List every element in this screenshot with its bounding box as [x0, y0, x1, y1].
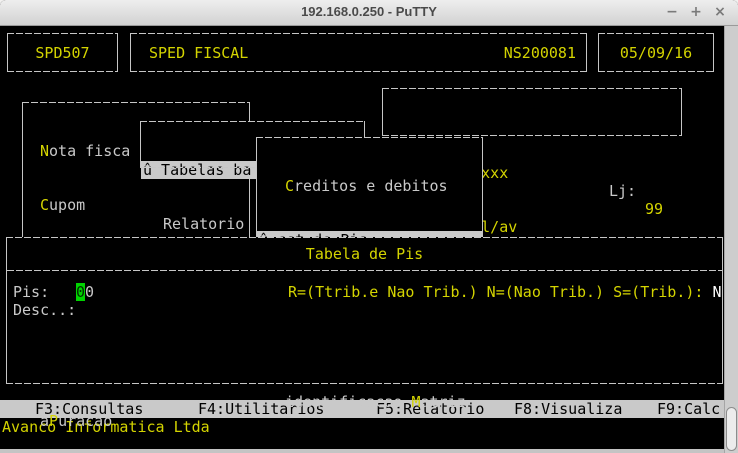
scrollbar-thumb[interactable]	[726, 407, 737, 451]
store-value: 99	[645, 200, 663, 218]
submenu-item-label: Relatorio	[163, 215, 244, 233]
maximize-button[interactable]: +	[686, 2, 706, 22]
panel-separator	[7, 270, 722, 271]
menu-item-hotkey: P	[49, 412, 58, 430]
submenu-item-label: û Tabelas ba	[143, 161, 251, 179]
header-box-app-code: SPD507	[7, 33, 118, 72]
pis-input-field[interactable]: 00	[76, 283, 94, 301]
menu-item-text: a	[40, 412, 49, 430]
session-info-box: Usu: xxxxxxxx Lj: 99 Imp: ../rel/av Nive…	[382, 88, 682, 136]
pis-field-label: Pis:	[13, 283, 49, 301]
app-title: SPED FISCAL	[149, 44, 248, 62]
fkey-f9-calc[interactable]: F9:Calc	[657, 400, 720, 418]
header-box-title: SPED FISCAL NS200081	[130, 33, 587, 72]
titlebar[interactable]: 192.168.0.250 - PuTTY − + ×	[0, 0, 738, 26]
options-hint-text: R=(Ttrib.e Nao Trib.) N=(Nao Trib.) S=(T…	[288, 283, 712, 301]
submenu-item-hotkey: C	[285, 177, 294, 195]
options-current-value: N	[712, 283, 721, 301]
desc-field-label: Desc..:	[13, 301, 76, 319]
submenu-item-text: identificacao	[285, 393, 411, 411]
menu-item-hotkey: C	[40, 196, 49, 214]
app-code: SPD507	[35, 44, 89, 62]
tabela-de-pis-panel: Tabela de Pis Pis: 00 R=(Ttrib.e Nao Tri…	[6, 237, 723, 384]
doc-number: NS200081	[504, 44, 576, 62]
panel-title: Tabela de Pis	[7, 245, 722, 263]
menu-item-text: ota fisca	[49, 142, 130, 160]
tables-submenu-panel: Creditos e debitos û cst de Pis cst de C…	[256, 137, 483, 237]
submenu-item-identificacao-matriz[interactable]: identificacao Matriz	[257, 393, 482, 411]
menu-item-apuracao[interactable]: aPuracao	[23, 412, 249, 430]
header-box-date: 05/09/16	[598, 33, 714, 72]
putty-window: 192.168.0.250 - PuTTY − + × SPD507 SPED …	[0, 0, 738, 453]
fkey-f8-visualiza[interactable]: F8:Visualiza	[514, 400, 622, 418]
menu-item-text: uracao	[58, 412, 112, 430]
pis-field-value: 0	[85, 283, 94, 301]
minimize-button[interactable]: −	[662, 2, 682, 22]
close-button[interactable]: ×	[710, 2, 730, 22]
options-hint-line: R=(Ttrib.e Nao Trib.) N=(Nao Trib.) S=(T…	[288, 283, 721, 301]
header-date: 05/09/16	[620, 44, 692, 62]
menu-item-hotkey: N	[40, 142, 49, 160]
window-title: 192.168.0.250 - PuTTY	[0, 4, 738, 19]
terminal-screen[interactable]: SPD507 SPED FISCAL NS200081 05/09/16 Usu…	[0, 26, 724, 449]
text-cursor: 0	[76, 283, 85, 301]
submenu-item-text: reditos e debitos	[294, 177, 448, 195]
submenu-item-text: atriz	[420, 393, 465, 411]
menu-item-text: upom	[49, 196, 85, 214]
submenu-item-creditos-e-debitos[interactable]: Creditos e debitos	[257, 177, 482, 195]
scrollbar[interactable]	[724, 26, 738, 453]
